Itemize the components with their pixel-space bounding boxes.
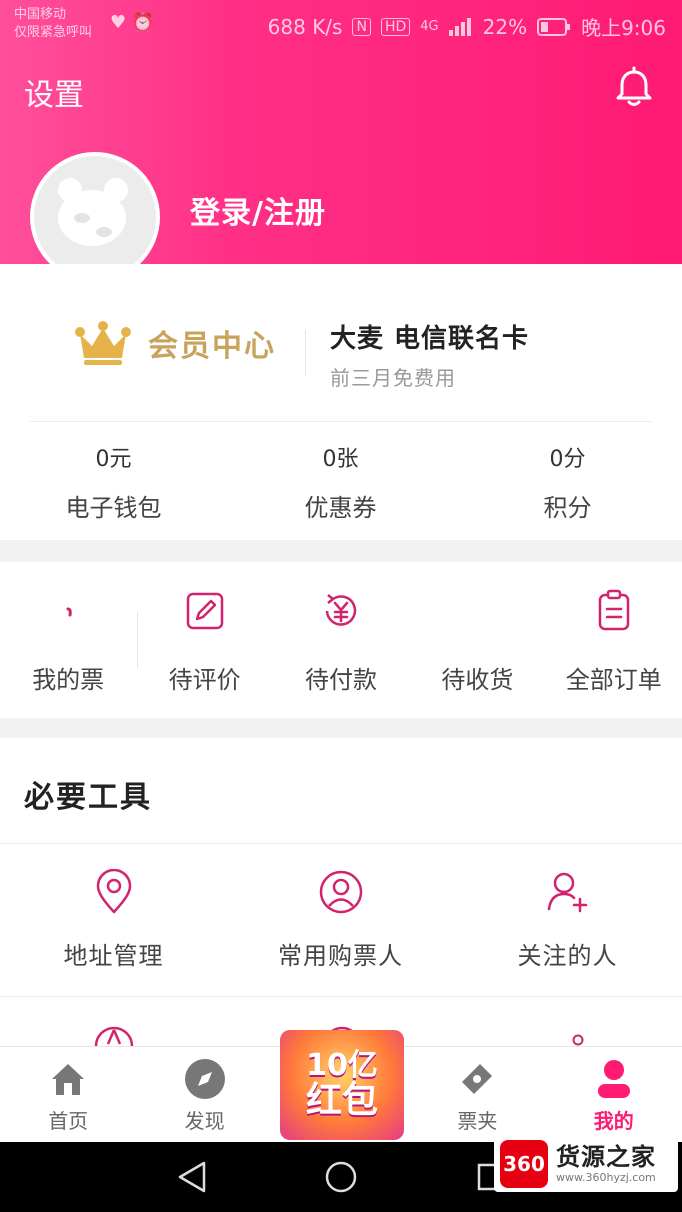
tab-label: 我的 <box>593 1109 634 1133</box>
points-value: 0分 <box>549 447 586 472</box>
nfc-icon: N <box>352 17 371 36</box>
ticket-holder-icon <box>462 1064 493 1094</box>
battery-percent: 22% <box>482 14 528 39</box>
avatar[interactable] <box>30 152 160 282</box>
hongbao-line1: 10亿 <box>306 1048 378 1083</box>
battery-icon <box>537 17 571 36</box>
user-icon <box>597 1060 630 1098</box>
home-icon <box>52 1064 85 1095</box>
emergency-label: 仅限紧急呼叫 <box>14 25 93 40</box>
tool-address[interactable]: 地址管理 <box>0 864 227 971</box>
page-title[interactable]: 设置 <box>24 70 84 114</box>
coupon-value: 0张 <box>322 447 359 472</box>
order-label: 我的票 <box>32 666 105 694</box>
hongbao-line2: 红包 <box>305 1080 378 1121</box>
order-list-icon <box>598 589 629 631</box>
clock: 晚上9:06 <box>581 16 666 40</box>
divider <box>305 330 306 376</box>
watermark-title: 货源之家 <box>556 1143 656 1171</box>
order-to-review[interactable]: 待评价 <box>136 576 272 695</box>
home-nav-icon[interactable] <box>324 1160 358 1194</box>
divider <box>0 843 682 844</box>
order-label: 全部订单 <box>565 666 662 694</box>
watermark-url: www.360hyzj.com <box>556 1171 656 1184</box>
watermark: 360 货源之家 www.360hyzj.com <box>494 1136 678 1192</box>
divider <box>30 421 652 422</box>
edit-icon <box>186 592 223 630</box>
tab-label: 发现 <box>184 1109 225 1133</box>
partial-tool-icon <box>94 1026 134 1046</box>
bell-icon[interactable] <box>612 66 656 110</box>
watermark-badge: 360 <box>500 1140 548 1188</box>
order-label: 待付款 <box>304 666 377 694</box>
wallet-stat[interactable]: 0元 电子钱包 <box>0 440 227 523</box>
vip-center-button[interactable]: 会员中心 <box>74 320 276 366</box>
signal-icon <box>448 17 471 36</box>
divider <box>0 996 682 997</box>
yuan-icon <box>325 594 357 626</box>
promo-title[interactable]: 大麦 电信联名卡 <box>330 318 529 355</box>
tool-label: 地址管理 <box>63 942 164 970</box>
login-register-link[interactable]: 登录/注册 <box>190 188 326 232</box>
tool-following[interactable]: 关注的人 <box>454 864 681 971</box>
back-icon[interactable] <box>176 1160 208 1194</box>
carrier-label: 中国移动 <box>14 7 67 22</box>
default-avatar-icon <box>34 156 156 278</box>
compass-icon <box>184 1059 225 1099</box>
tool-label: 常用购票人 <box>278 942 403 970</box>
person-icon <box>319 870 362 914</box>
status-bar: 中国移动 仅限紧急呼叫 ♥ ⏰ 688 K/s N HD 4G 22% 晚上9:… <box>0 0 682 50</box>
network-speed: 688 K/s <box>267 14 343 39</box>
tab-tickets[interactable]: 票夹 <box>409 1047 545 1142</box>
orders-row: 我的票 待评价 待付款 待收货 全部订单 <box>0 576 682 695</box>
order-all[interactable]: 全部订单 <box>546 576 682 695</box>
wallet-value: 0元 <box>95 447 132 472</box>
tab-label: 首页 <box>48 1109 89 1133</box>
promo-subtitle: 前三月免费用 <box>330 366 456 390</box>
order-to-pay[interactable]: 待付款 <box>273 576 409 695</box>
tools-row: 地址管理 常用购票人 关注的人 <box>0 864 682 971</box>
wallet-label: 电子钱包 <box>65 494 162 522</box>
account-stats: 0元 电子钱包 0张 优惠券 0分 积分 <box>0 440 682 523</box>
ticket-icon <box>66 607 72 617</box>
tab-home[interactable]: 首页 <box>0 1047 136 1142</box>
points-stat[interactable]: 0分 积分 <box>454 440 681 523</box>
status-right: 688 K/s N HD 4G 22% 晚上9:06 <box>268 12 666 41</box>
order-my-tickets[interactable]: 我的票 <box>0 576 136 695</box>
location-icon <box>96 869 131 914</box>
tool-label: 关注的人 <box>517 942 618 970</box>
tab-discover[interactable]: 发现 <box>136 1047 272 1142</box>
network-type: 4G <box>420 19 439 34</box>
hd-icon: HD <box>380 17 411 36</box>
tools-section-title: 必要工具 <box>24 780 152 815</box>
hongbao-promo-button[interactable]: 10亿 红包 <box>280 1030 404 1140</box>
order-to-receive[interactable]: 待收货 <box>409 576 545 695</box>
coupon-label: 优惠券 <box>304 494 377 522</box>
coupon-stat[interactable]: 0张 优惠券 <box>227 440 454 523</box>
vip-center-label: 会员中心 <box>148 329 276 364</box>
crown-icon <box>75 321 131 365</box>
tab-mine[interactable]: 我的 <box>546 1047 682 1142</box>
add-person-icon <box>547 872 587 913</box>
tool-buyers[interactable]: 常用购票人 <box>227 864 454 971</box>
health-alarm-icons: ♥ ⏰ <box>110 12 155 33</box>
status-carrier-info: 中国移动 仅限紧急呼叫 <box>14 6 92 42</box>
points-label: 积分 <box>543 494 592 522</box>
order-label: 待评价 <box>168 666 241 694</box>
tab-label: 票夹 <box>457 1109 498 1133</box>
order-label: 待收货 <box>441 666 514 694</box>
